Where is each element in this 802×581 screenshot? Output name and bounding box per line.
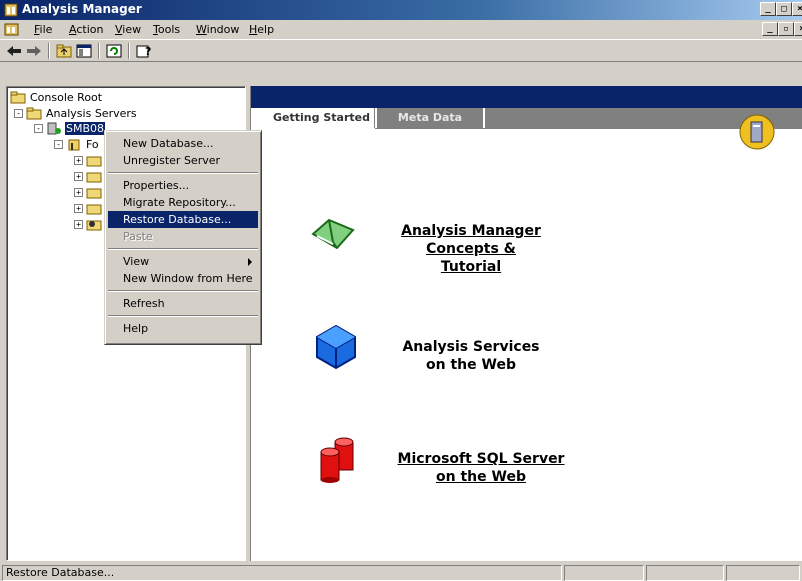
- folder-icon: [86, 156, 102, 167]
- folder-icon: [26, 107, 42, 120]
- up-folder-icon: [56, 44, 72, 58]
- expand-toggle[interactable]: +: [74, 188, 83, 197]
- menu-restore-database[interactable]: Restore Database...: [108, 211, 258, 228]
- menu-file[interactable]: File: [34, 23, 52, 36]
- tree-node-database[interactable]: - Fo: [54, 137, 100, 152]
- title-bar: Analysis Manager _ □ ×: [0, 0, 802, 20]
- tab-strip: Getting Started Meta Data: [251, 108, 802, 128]
- close-button[interactable]: ×: [792, 2, 802, 16]
- menu-new-database[interactable]: New Database...: [108, 135, 258, 152]
- sql-server-web-link[interactable]: Microsoft SQL Server on the Web: [381, 450, 581, 486]
- menu-view-submenu[interactable]: View: [108, 253, 258, 270]
- menu-migrate-repository[interactable]: Migrate Repository...: [108, 194, 258, 211]
- analysis-server-badge-icon: [739, 114, 775, 150]
- status-text: Restore Database...: [2, 565, 562, 581]
- database-node-icon: [68, 139, 80, 151]
- tree-label-server: SMB08: [65, 122, 106, 135]
- back-icon: [7, 46, 21, 56]
- folder-icon: [10, 91, 26, 104]
- back-button[interactable]: [4, 42, 24, 60]
- expand-toggle[interactable]: +: [74, 156, 83, 165]
- menu-new-window[interactable]: New Window from Here: [108, 270, 258, 287]
- window-title: Analysis Manager: [22, 2, 142, 16]
- menu-help[interactable]: Help: [249, 23, 274, 36]
- menu-paste: Paste: [123, 230, 153, 243]
- menu-properties[interactable]: Properties...: [108, 177, 258, 194]
- menu-action[interactable]: Action: [69, 23, 103, 36]
- folder-icon: [86, 188, 102, 199]
- expand-toggle[interactable]: +: [74, 172, 83, 181]
- refresh-button[interactable]: [104, 42, 124, 60]
- tree-node-child-5[interactable]: +: [74, 217, 102, 232]
- tree-node-child-4[interactable]: +: [74, 201, 102, 216]
- mdi-minimize-button[interactable]: _: [762, 22, 778, 36]
- book-icon[interactable]: [309, 216, 359, 252]
- database-icon[interactable]: [317, 436, 357, 484]
- tree-node-child-1[interactable]: +: [74, 153, 102, 168]
- svg-text:?: ?: [145, 45, 151, 58]
- forward-icon: [27, 46, 41, 56]
- menu-window[interactable]: Window: [196, 23, 239, 36]
- tree-label-analysis-servers: Analysis Servers: [46, 107, 137, 120]
- toolbar: ?: [0, 39, 802, 62]
- submenu-arrow-icon: [248, 258, 252, 266]
- folder-icon: [86, 204, 102, 215]
- cube-icon[interactable]: [315, 324, 357, 370]
- expand-toggle[interactable]: +: [74, 204, 83, 213]
- menu-help-item[interactable]: Help: [108, 320, 258, 337]
- tree-node-child-3[interactable]: +: [74, 185, 102, 200]
- help-icon: ?: [136, 45, 151, 58]
- help-button[interactable]: ?: [134, 42, 154, 60]
- tree-label-console-root: Console Root: [30, 91, 103, 104]
- menu-bar: File Action View Tools Window Help _ ▫ ×: [0, 20, 802, 39]
- taskpad-view: Getting Started Meta Data Analysis Manag…: [250, 86, 802, 561]
- tab-meta-data[interactable]: Meta Data: [377, 108, 483, 128]
- up-one-level-button[interactable]: [54, 42, 74, 60]
- mdi-restore-button[interactable]: ▫: [778, 22, 794, 36]
- minimize-button[interactable]: _: [760, 2, 776, 16]
- status-panel-3: [646, 565, 724, 581]
- analysis-services-web-link[interactable]: Analysis Services on the Web: [381, 338, 561, 374]
- show-hide-tree-icon: [76, 44, 92, 58]
- collapse-toggle[interactable]: -: [34, 124, 43, 133]
- analysis-manager-icon: [4, 3, 18, 17]
- tab-getting-started[interactable]: Getting Started: [269, 108, 375, 128]
- status-panel-2: [564, 565, 644, 581]
- mdi-close-button[interactable]: ×: [794, 22, 802, 36]
- server-icon: [47, 122, 61, 135]
- expand-toggle[interactable]: +: [74, 220, 83, 229]
- role-icon: [86, 220, 102, 231]
- concepts-tutorial-link[interactable]: Analysis Manager Concepts & Tutorial: [381, 222, 561, 276]
- tree-node-server[interactable]: - SMB08: [34, 121, 106, 136]
- show-hide-tree-button[interactable]: [74, 42, 94, 60]
- tree-node-child-2[interactable]: +: [74, 169, 102, 184]
- status-panel-4: [726, 565, 800, 581]
- collapse-toggle[interactable]: -: [54, 140, 63, 149]
- menu-unregister-server[interactable]: Unregister Server: [108, 152, 258, 169]
- tree-label-database: Fo: [86, 138, 99, 151]
- tree-node-console-root[interactable]: Console Root: [10, 90, 103, 105]
- tree-node-analysis-servers[interactable]: - Analysis Servers: [14, 106, 138, 121]
- status-bar: Restore Database...: [0, 564, 802, 581]
- taskpad-header: [251, 86, 802, 108]
- collapse-toggle[interactable]: -: [14, 109, 23, 118]
- menu-refresh[interactable]: Refresh: [108, 295, 258, 312]
- refresh-icon: [106, 44, 122, 58]
- menu-tools[interactable]: Tools: [153, 23, 180, 36]
- forward-button[interactable]: [24, 42, 44, 60]
- folder-icon: [86, 172, 102, 183]
- maximize-button[interactable]: □: [776, 2, 792, 16]
- context-menu: New Database... Unregister Server Proper…: [104, 130, 262, 345]
- console-window-icon[interactable]: [4, 22, 20, 37]
- menu-view[interactable]: View: [115, 23, 141, 36]
